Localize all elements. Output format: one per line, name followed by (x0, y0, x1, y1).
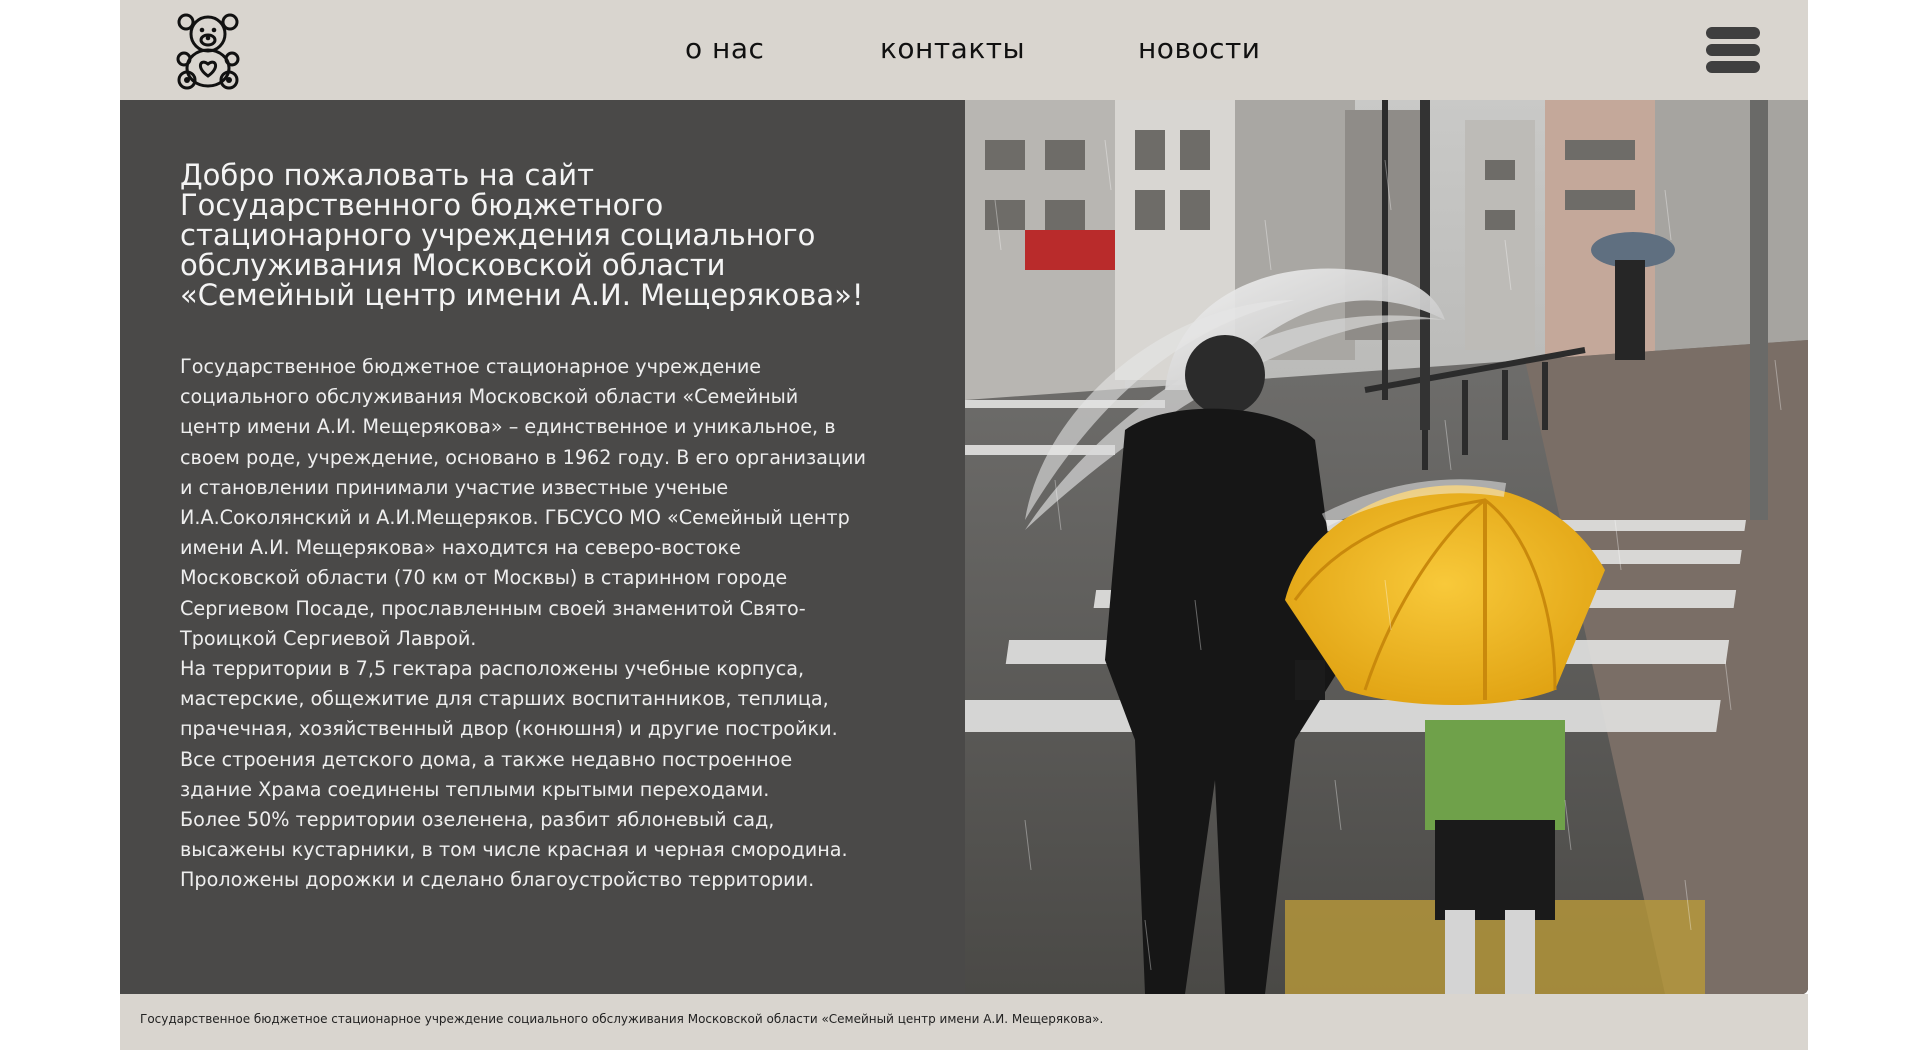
nav-news-link[interactable]: новости (1138, 32, 1260, 65)
site-footer: Государственное бюджетное стационарное у… (120, 994, 1808, 1050)
text-line: мастерские, общежитие для старших воспит… (180, 687, 829, 711)
page: о нас контакты новости Добро пожаловать … (120, 0, 1808, 1050)
text-line: Все строения детского дома, а также неда… (180, 747, 793, 771)
intro-panel: Добро пожаловать на сайт Государственног… (120, 100, 965, 994)
text-line: Троицкой Сергиевой Лаврой. (180, 626, 477, 650)
text-line: социального обслуживания Московской обла… (180, 385, 799, 409)
text-line: здание Храма соединены теплыми крытыми п… (180, 777, 770, 801)
main-content: Добро пожаловать на сайт Государственног… (120, 100, 1808, 994)
text-line: и становлении принимали участие известны… (180, 475, 729, 499)
main-nav: о нас контакты новости (120, 32, 1808, 72)
menu-bar (1706, 44, 1760, 56)
hamburger-menu-icon[interactable] (1706, 27, 1760, 73)
text-line: Проложены дорожки и сделано благоустройс… (180, 868, 815, 892)
nav-contacts-link[interactable]: контакты (880, 32, 1025, 65)
text-line: прачечная, хозяйственный двор (конюшня) … (180, 717, 838, 741)
footer-text: Государственное бюджетное стационарное у… (140, 1012, 1104, 1026)
text-line: Московской области (70 км от Москвы) в с… (180, 566, 788, 590)
rainy-street-umbrellas-photo (965, 100, 1808, 994)
title-line: Добро пожаловать на сайт (180, 158, 595, 192)
text-line: своем роде, учреждение, основано в 1962 … (180, 445, 866, 469)
text-line: Государственное бюджетное стационарное у… (180, 355, 762, 378)
site-header: о нас контакты новости (120, 0, 1808, 100)
text-line: высажены кустарники, в том числе красная… (180, 838, 848, 862)
title-line: обслуживания Московской области (180, 248, 726, 282)
text-line: центр имени А.И. Мещерякова» – единствен… (180, 415, 836, 439)
text-line: Сергиевом Посаде, прославленным своей зн… (180, 596, 806, 620)
text-line: имени А.И. Мещерякова» находится на севе… (180, 536, 741, 560)
welcome-title: Добро пожаловать на сайт Государственног… (180, 160, 920, 310)
title-line: «Семейный центр имени А.И. Мещерякова»! (180, 278, 864, 312)
text-line: Более 50% территории озеленена, разбит я… (180, 808, 775, 832)
text-line: На территории в 7,5 гектара расположены … (180, 657, 805, 681)
nav-about-link[interactable]: о нас (685, 32, 764, 65)
menu-bar (1706, 61, 1760, 73)
intro-text: Государственное бюджетное стационарное у… (180, 352, 920, 896)
text-line: И.А.Соколянский и А.И.Мещеряков. ГБСУСО … (180, 506, 850, 530)
title-line: Государственного бюджетного (180, 188, 664, 222)
menu-bar (1706, 27, 1760, 39)
title-line: стационарного учреждения социального (180, 218, 816, 252)
